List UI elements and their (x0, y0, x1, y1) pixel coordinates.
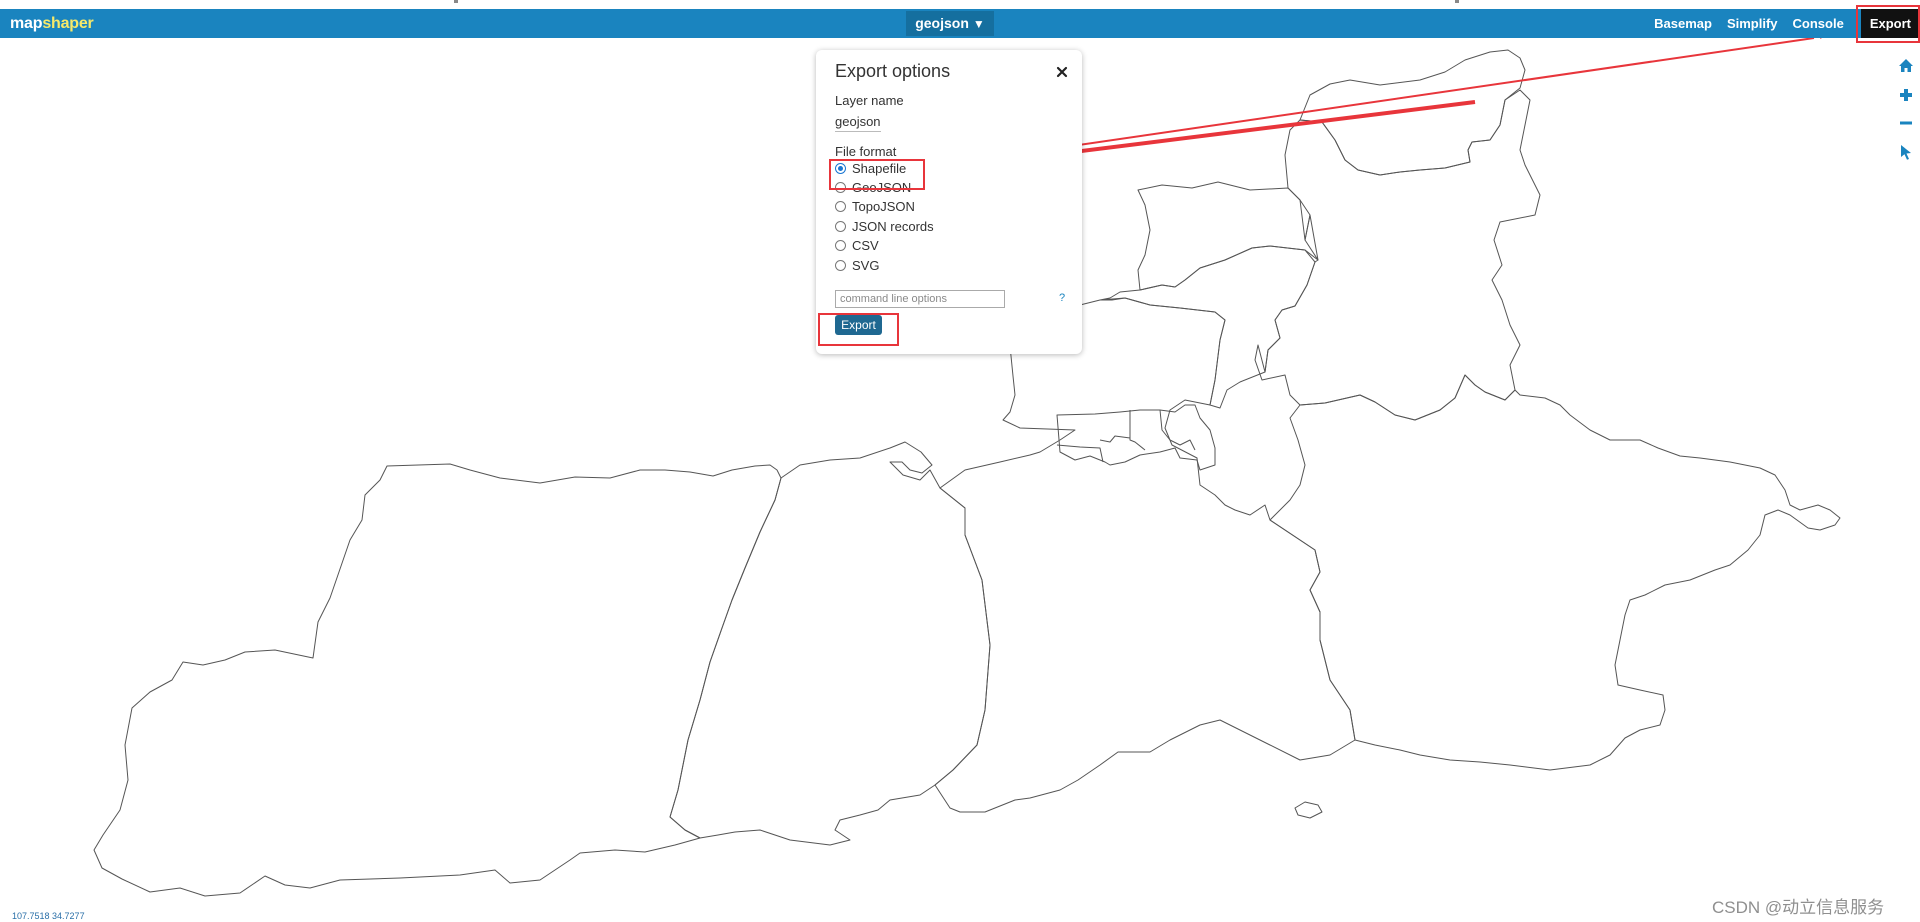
format-option-svg[interactable]: SVG (835, 257, 879, 273)
file-format-label: File format (835, 144, 897, 159)
radio-icon[interactable] (835, 239, 846, 251)
radio-icon[interactable] (835, 181, 846, 193)
map-region (1137, 181, 1319, 291)
home-icon[interactable] (1898, 58, 1914, 74)
map-region (1254, 89, 1541, 421)
logo-shaper-text: shaper (42, 15, 94, 32)
map-region (1159, 409, 1196, 451)
map-island (1294, 801, 1323, 819)
format-option-json-records[interactable]: JSON records (835, 218, 934, 234)
layer-name-field[interactable]: geojson (835, 114, 881, 132)
console-button[interactable]: Console (1793, 9, 1844, 38)
mapshaper-app: mapshaper geojson ▼ Basemap Simplify Cons… (0, 0, 1920, 922)
format-label: Shapefile (852, 160, 907, 176)
simplify-button[interactable]: Simplify (1727, 9, 1778, 38)
top-bar: mapshaper geojson ▼ Basemap Simplify Cons… (0, 9, 1920, 38)
radio-icon[interactable] (835, 200, 846, 212)
zoom-in-icon[interactable] (1898, 87, 1914, 103)
watermark: CSDN @动立信息服务 (1712, 898, 1885, 917)
format-option-topojson[interactable]: TopoJSON (835, 198, 915, 214)
map-region (669, 441, 991, 846)
app-logo[interactable]: mapshaper (10, 13, 94, 35)
radio-icon[interactable] (835, 259, 846, 271)
export-button[interactable]: Export (835, 315, 882, 335)
layer-menu-button[interactable]: geojson ▼ (906, 11, 994, 36)
map-region (93, 463, 782, 897)
map-region (1129, 410, 1146, 451)
layer-name-label: Layer name (835, 93, 904, 108)
map-region (1056, 444, 1104, 463)
logo-map-text: map (10, 15, 43, 32)
zoom-out-icon[interactable] (1898, 115, 1914, 131)
close-icon[interactable] (1054, 64, 1070, 80)
coordinate-readout: 107.7518 34.7277 (12, 911, 85, 921)
map-region (1099, 245, 1316, 409)
map-region (934, 297, 1356, 813)
help-link[interactable]: ? (1059, 292, 1065, 304)
radio-selected-icon[interactable] (835, 162, 846, 174)
dialog-title: Export options (835, 61, 951, 81)
format-option-shapefile[interactable]: Shapefile (835, 160, 906, 176)
main-menu: Basemap Simplify Console Export (1654, 9, 1920, 38)
radio-icon[interactable] (835, 220, 846, 232)
format-option-geojson[interactable]: GeoJSON (835, 179, 911, 195)
map-region (1099, 435, 1131, 443)
format-label: TopoJSON (852, 198, 915, 214)
pointer-icon[interactable] (1898, 144, 1914, 160)
export-options-dialog: Export options Layer name geojson File f… (816, 50, 1082, 354)
map-region (1269, 374, 1841, 771)
format-label: CSV (852, 237, 879, 253)
map-region (1299, 49, 1526, 176)
format-option-csv[interactable]: CSV (835, 237, 879, 253)
format-label: JSON records (852, 218, 934, 234)
map-region (1056, 404, 1216, 471)
format-label: SVG (852, 257, 880, 273)
format-label: GeoJSON (852, 179, 912, 195)
basemap-button[interactable]: Basemap (1654, 9, 1712, 38)
caret-down-icon: ▼ (972, 17, 985, 31)
command-line-options-input[interactable] (835, 290, 1005, 308)
layer-name-label: geojson (915, 15, 969, 31)
export-menu-button[interactable]: Export (1860, 9, 1920, 38)
